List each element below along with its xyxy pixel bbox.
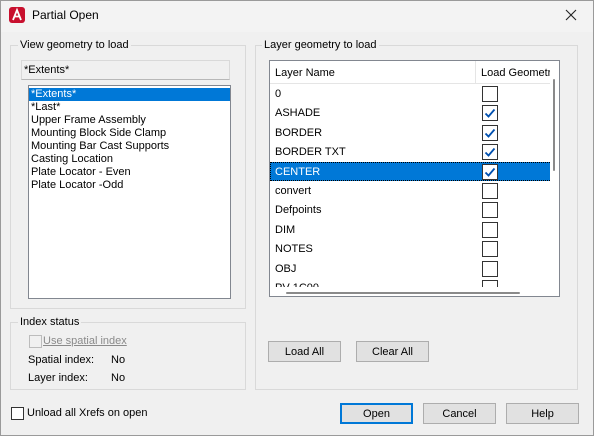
vertical-scrollbar[interactable] (550, 61, 559, 287)
load-geometry-checkbox[interactable] (482, 163, 498, 180)
layer-table-header: Layer Name Load Geometr (270, 61, 552, 84)
layer-index-value: No (111, 372, 126, 384)
load-all-button[interactable]: Load All (268, 341, 341, 362)
open-label: Open (363, 407, 390, 420)
help-label: Help (531, 407, 554, 420)
use-spatial-index-label[interactable]: Use spatial index (43, 335, 127, 347)
view-list-item[interactable]: Plate Locator - Even (29, 166, 230, 179)
load-geometry-checkbox[interactable] (482, 144, 498, 161)
clear-all-button[interactable]: Clear All (356, 341, 429, 362)
layer-row[interactable]: OBJ (270, 259, 552, 278)
view-list-item[interactable]: *Extents* (29, 88, 230, 101)
layer-row[interactable]: CENTER (270, 161, 552, 181)
help-button[interactable]: Help (506, 403, 579, 424)
layer-row[interactable]: BORDER (270, 123, 552, 142)
unload-xrefs-checkbox[interactable] (11, 407, 24, 420)
load-geometry-checkbox[interactable] (482, 260, 498, 277)
load-geometry-checkbox[interactable] (482, 182, 498, 199)
layer-row[interactable]: ASHADE (270, 103, 552, 122)
layer-row[interactable]: convert (270, 181, 552, 200)
view-list-item[interactable]: Mounting Block Side Clamp (29, 127, 230, 140)
index-status-group-title: Index status (18, 316, 82, 328)
view-list-item[interactable]: Casting Location (29, 153, 230, 166)
layer-row[interactable]: 0 (270, 84, 552, 103)
cancel-button[interactable]: Cancel (423, 403, 496, 424)
load-geometry-checkbox[interactable] (482, 124, 498, 141)
layer-name: Defpoints (275, 204, 322, 217)
layer-table[interactable]: Layer Name Load Geometr 0 ASHADE BORDER BOR… (269, 60, 560, 297)
horizontal-scrollbar[interactable] (270, 287, 552, 296)
layer-name: DIM (275, 223, 296, 236)
window-title: Partial Open (32, 8, 99, 22)
view-geometry-selected-field[interactable]: *Extents* (21, 60, 230, 80)
view-list-item[interactable]: Mounting Bar Cast Supports (29, 140, 230, 153)
view-list-item[interactable]: Upper Frame Assembly (29, 114, 230, 127)
close-button[interactable] (548, 0, 594, 32)
layer-geometry-group-title: Layer geometry to load (262, 39, 379, 51)
load-geometry-checkbox[interactable] (482, 86, 498, 102)
column-header-load-geometry[interactable]: Load Geometr (481, 67, 551, 79)
load-geometry-checkbox[interactable] (482, 202, 498, 219)
view-list-item[interactable]: *Last* (29, 101, 230, 114)
load-geometry-checkbox[interactable] (482, 221, 498, 238)
layer-name: ASHADE (275, 107, 321, 120)
load-all-label: Load All (284, 345, 325, 358)
unload-xrefs-label[interactable]: Unload all Xrefs on open (27, 407, 147, 419)
horizontal-scrollbar-thumb[interactable] (286, 292, 520, 294)
close-icon (565, 9, 577, 24)
layer-name: 0 (275, 88, 282, 100)
column-header-layer-name[interactable]: Layer Name (275, 67, 335, 79)
vertical-scrollbar-thumb[interactable] (553, 79, 555, 171)
layer-name: convert (275, 184, 312, 197)
layer-row[interactable]: BORDER TXT (270, 142, 552, 161)
layer-name: NOTES (275, 243, 313, 256)
layer-name: BORDER (275, 126, 323, 139)
use-spatial-index-label-text: Use spatial index (43, 335, 127, 347)
layer-row[interactable]: DIM (270, 220, 552, 239)
layer-name: BORDER TXT (275, 146, 346, 159)
view-list-item[interactable]: Plate Locator -Odd (29, 179, 230, 192)
layer-row[interactable]: Defpoints (270, 200, 552, 219)
load-geometry-checkbox[interactable] (482, 241, 498, 258)
spatial-index-value: No (111, 354, 126, 366)
title-bar: Partial Open (0, 0, 594, 32)
autocad-app-icon (9, 7, 25, 23)
layer-name: CENTER (275, 165, 321, 178)
layer-row[interactable]: NOTES (270, 239, 552, 258)
view-geometry-group-title: View geometry to load (18, 39, 131, 51)
layer-table-rows: 0 ASHADE BORDER BORDER TXT CENTER convert Defp… (270, 84, 552, 296)
open-button[interactable]: Open (340, 403, 413, 424)
column-separator (475, 61, 476, 84)
cancel-label: Cancel (442, 407, 477, 420)
layer-index-label: Layer index: (28, 372, 88, 384)
load-geometry-checkbox[interactable] (482, 105, 498, 122)
use-spatial-index-checkbox[interactable] (29, 335, 42, 348)
clear-all-label: Clear All (372, 345, 413, 358)
view-geometry-list[interactable]: *Extents* *Last* Upper Frame Assembly Mount… (28, 85, 231, 299)
layer-name: OBJ (275, 262, 297, 275)
spatial-index-label: Spatial index: (28, 354, 95, 366)
